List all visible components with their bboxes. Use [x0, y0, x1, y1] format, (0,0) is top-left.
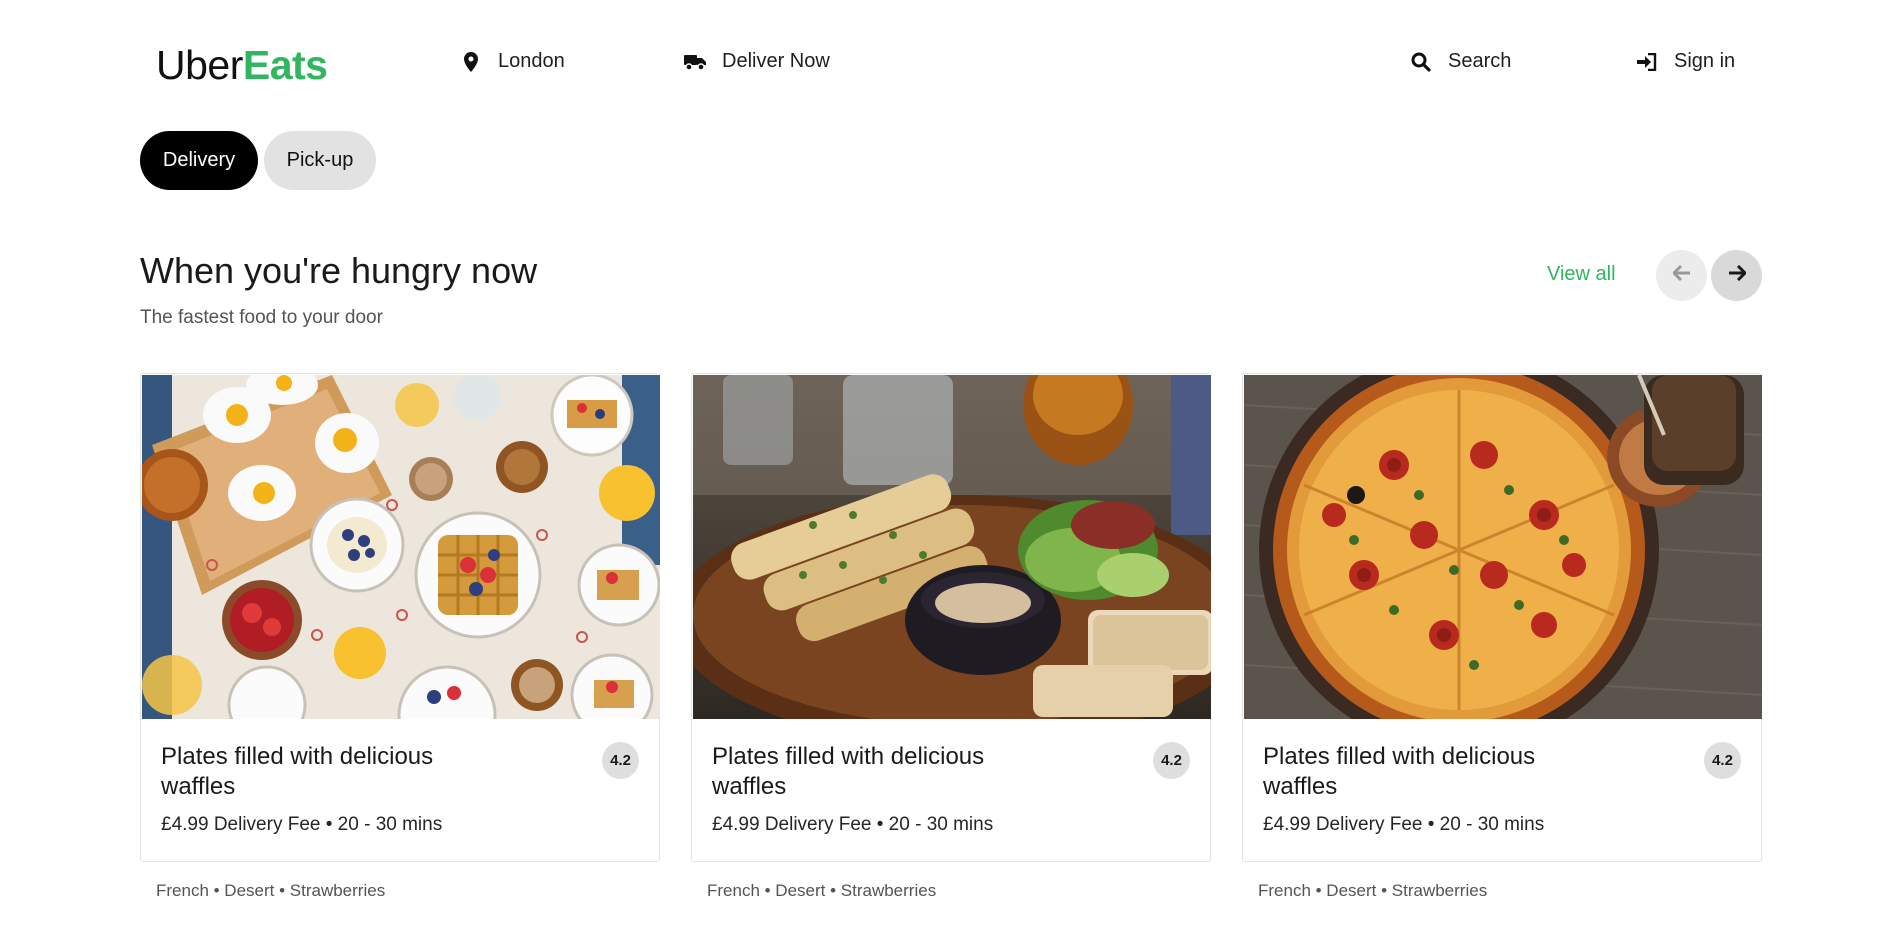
deliver-now-selector[interactable]: Deliver Now — [684, 50, 830, 73]
sign-in-button[interactable]: Sign in — [1636, 50, 1735, 73]
restaurant-name: Plates filled with delicious waffles — [161, 743, 434, 800]
sign-in-label: Sign in — [1674, 50, 1736, 72]
uber-eats-logo[interactable]: UberEats — [156, 42, 328, 89]
rating-badge: 4.2 — [1153, 742, 1190, 779]
restaurant-name: Plates filled with delicious waffles — [712, 743, 985, 800]
rating-badge: 4.2 — [1704, 742, 1741, 779]
delivery-info: £4.99 Delivery Fee • 20 - 30 mins — [712, 814, 994, 835]
restaurant-card[interactable]: Plates filled with delicious waffles 4.2… — [691, 373, 1211, 862]
pickup-tab[interactable]: Pick-up — [264, 131, 376, 190]
restaurant-card[interactable]: Plates filled with delicious waffles 4.2… — [140, 373, 660, 862]
rating-badge: 4.2 — [602, 742, 639, 779]
top-navigation: UberEats London Deliver Now Search Sign … — [0, 0, 1896, 130]
restaurant-image — [693, 375, 1211, 719]
location-selector[interactable]: London — [460, 50, 565, 73]
truck-icon — [684, 51, 706, 73]
location-label: London — [498, 50, 565, 72]
search-label: Search — [1448, 50, 1512, 72]
cuisine-tags: French • Desert • Strawberries — [707, 881, 937, 900]
cuisine-tags: French • Desert • Strawberries — [156, 881, 386, 900]
search-icon — [1410, 51, 1432, 73]
restaurant-name: Plates filled with delicious waffles — [1263, 743, 1536, 800]
map-pin-icon — [460, 51, 482, 73]
search-button[interactable]: Search — [1410, 50, 1511, 73]
deliver-now-label: Deliver Now — [722, 50, 830, 72]
restaurant-card[interactable]: Plates filled with delicious waffles 4.2… — [1242, 373, 1762, 862]
section-title: When you're hungry now — [140, 250, 538, 291]
delivery-mode-toggle: Delivery Pick-up — [140, 131, 376, 190]
restaurant-image — [142, 375, 660, 719]
carousel-prev-button[interactable] — [1656, 250, 1707, 301]
delivery-info: £4.99 Delivery Fee • 20 - 30 mins — [161, 814, 443, 835]
delivery-tab[interactable]: Delivery — [140, 131, 258, 190]
logo-uber: Uber — [156, 42, 243, 88]
delivery-info: £4.99 Delivery Fee • 20 - 30 mins — [1263, 814, 1545, 835]
view-all-link[interactable]: View all — [1547, 263, 1616, 286]
cuisine-tags: French • Desert • Strawberries — [1258, 881, 1488, 900]
arrow-right-icon — [1728, 264, 1746, 286]
sign-in-icon — [1636, 51, 1658, 73]
restaurant-image — [1244, 375, 1762, 719]
section-subtitle: The fastest food to your door — [140, 307, 383, 328]
arrow-left-icon — [1672, 264, 1691, 286]
carousel-next-button[interactable] — [1711, 250, 1762, 301]
logo-eats: Eats — [242, 42, 328, 88]
